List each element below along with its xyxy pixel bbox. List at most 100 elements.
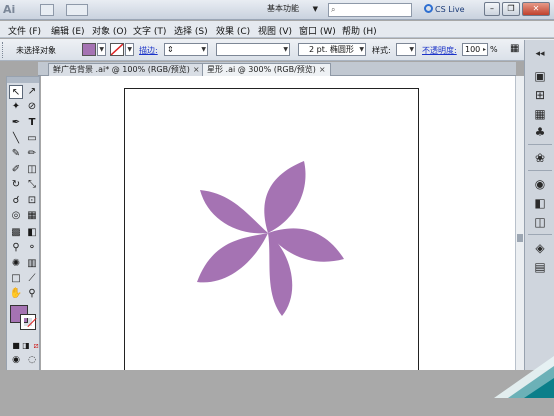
- tools-panel: ↖ ↗ ✦ ⊘ ✒ T ╲ ▭ ✎ ✏ ✐ ◫ ↻ ⤡ ☌ ⊡ ◎ ▦ ▩ ◧ …: [6, 76, 40, 388]
- workspace-label: 基本功能: [267, 4, 299, 13]
- chevron-down-icon: ▼: [283, 46, 288, 53]
- minimize-button[interactable]: –: [484, 2, 500, 16]
- blend-tool-icon[interactable]: ⚬: [25, 241, 39, 255]
- menu-help[interactable]: 帮助 (H): [342, 24, 377, 37]
- menu-file[interactable]: 文件 (F): [8, 24, 41, 37]
- stroke-panel-icon[interactable]: ◉: [532, 176, 548, 192]
- stroke-color-swatch[interactable]: [20, 314, 36, 330]
- tab-document-2[interactable]: 星形 .ai @ 300% (RGB/预览) ×: [202, 63, 331, 76]
- canvas-area[interactable]: [41, 76, 515, 374]
- layers-icon[interactable]: ◈: [532, 240, 548, 256]
- zoom-tool-icon[interactable]: ⚲: [25, 287, 39, 301]
- document-tabs: 鲜广告背景 .ai* @ 100% (RGB/预览) × 星形 .ai @ 300…: [38, 62, 516, 76]
- stroke-weight-stepper-icon[interactable]: ⇕: [167, 45, 174, 54]
- chevron-down-icon: ▼: [409, 46, 414, 53]
- menu-edit[interactable]: 编辑 (E): [51, 24, 85, 37]
- direct-selection-tool-icon[interactable]: ↗: [25, 85, 39, 99]
- menu-effect[interactable]: 效果 (C): [216, 24, 250, 37]
- arrange-documents-icon[interactable]: [66, 4, 88, 16]
- eraser-icon[interactable]: ◫: [25, 163, 39, 177]
- tab-label: 鲜广告背景 .ai* @ 100% (RGB/预览): [53, 65, 190, 74]
- warp-tool-icon[interactable]: ☌: [9, 194, 23, 208]
- menu-object[interactable]: 对象 (O): [92, 24, 127, 37]
- line-tool-icon[interactable]: ╲: [9, 132, 23, 146]
- blob-brush-icon[interactable]: ✐: [9, 163, 23, 177]
- fill-swatch[interactable]: [82, 43, 96, 56]
- menu-view[interactable]: 视图 (V): [258, 24, 292, 37]
- opacity-field[interactable]: 100 ▸: [462, 43, 488, 56]
- close-icon[interactable]: ×: [193, 65, 200, 74]
- selection-tool-icon[interactable]: ↖: [9, 85, 23, 99]
- collapse-panels-icon[interactable]: ◂◂: [532, 46, 548, 62]
- stroke-swatch[interactable]: [110, 43, 124, 56]
- opacity-link[interactable]: 不透明度:: [422, 45, 457, 56]
- artboard[interactable]: [124, 88, 419, 374]
- draw-normal-icon[interactable]: ◉: [9, 353, 23, 367]
- hand-tool-icon[interactable]: ✋: [9, 287, 23, 301]
- menu-window[interactable]: 窗口 (W): [299, 24, 336, 37]
- pencil-icon[interactable]: ✏: [25, 147, 39, 161]
- graphic-style-dropdown[interactable]: ▼: [396, 43, 416, 56]
- brush-definition[interactable]: 2 pt. 椭圆形 ▼: [298, 43, 366, 56]
- swatches-icon[interactable]: ▦: [532, 106, 548, 122]
- close-button[interactable]: ✕: [522, 2, 550, 16]
- brushes-icon[interactable]: ♣: [532, 124, 548, 140]
- free-transform-icon[interactable]: ⊡: [25, 194, 39, 208]
- slice-tool-icon[interactable]: ⟋: [25, 272, 39, 286]
- petal-top: [264, 161, 306, 233]
- dock-separator: [528, 234, 552, 235]
- eyedropper-icon[interactable]: ⚲: [9, 241, 23, 255]
- menu-type[interactable]: 文字 (T): [133, 24, 166, 37]
- color-guide-icon[interactable]: ⊞: [532, 87, 548, 103]
- stroke-dropdown[interactable]: ▼: [125, 43, 134, 56]
- close-icon[interactable]: ×: [319, 65, 326, 74]
- flower-artwork[interactable]: [125, 89, 420, 375]
- tab-document-1[interactable]: 鲜广告背景 .ai* @ 100% (RGB/预览) ×: [48, 63, 205, 76]
- pen-tool-icon[interactable]: ✒: [9, 116, 23, 130]
- graph-tool-icon[interactable]: ▥: [25, 257, 39, 271]
- panel-grip[interactable]: [2, 42, 6, 58]
- rotate-tool-icon[interactable]: ↻: [9, 178, 23, 192]
- artboard-tool-icon[interactable]: □: [9, 272, 23, 286]
- draw-behind-icon[interactable]: ◌: [25, 353, 39, 367]
- document-setup-icon[interactable]: ▦: [510, 43, 519, 54]
- brush-value: 2 pt. 椭圆形: [309, 45, 354, 54]
- rectangle-tool-icon[interactable]: ▭: [25, 132, 39, 146]
- search-input[interactable]: [341, 4, 411, 16]
- symbol-sprayer-icon[interactable]: ✺: [9, 257, 23, 271]
- workspace-switcher[interactable]: 基本功能 ▼: [264, 3, 320, 17]
- scrollbar-thumb[interactable]: [517, 234, 523, 242]
- paintbrush-icon[interactable]: ✎: [9, 147, 23, 161]
- perspective-grid-icon[interactable]: ▦: [25, 209, 39, 223]
- scale-tool-icon[interactable]: ⤡: [25, 178, 39, 192]
- app-logo: Ai: [3, 3, 16, 16]
- transparency-icon[interactable]: ◫: [532, 214, 548, 230]
- stroke-weight-field[interactable]: ⇕ ▼: [164, 43, 208, 56]
- magic-wand-icon[interactable]: ✦: [9, 100, 23, 114]
- color-panel-icon[interactable]: ▣: [532, 68, 548, 84]
- gradient-tool-icon[interactable]: ◧: [25, 226, 39, 240]
- symbols-icon[interactable]: ❀: [532, 150, 548, 166]
- restore-button[interactable]: ❐: [502, 2, 520, 16]
- bridge-icon[interactable]: [40, 4, 54, 16]
- chevron-down-icon: ▼: [127, 46, 132, 53]
- selection-status: 未选择对象: [16, 46, 56, 55]
- mesh-tool-icon[interactable]: ▩: [9, 226, 23, 240]
- type-tool-icon[interactable]: T: [25, 116, 39, 130]
- gradient-panel-icon[interactable]: ◧: [532, 195, 548, 211]
- cs-live-icon: [424, 4, 433, 13]
- stroke-panel-link[interactable]: 描边:: [139, 45, 158, 56]
- variable-width-profile[interactable]: ▼: [216, 43, 290, 56]
- menu-select[interactable]: 选择 (S): [174, 24, 208, 37]
- chevron-down-icon: ▼: [312, 5, 318, 13]
- cs-live-label: CS Live: [435, 5, 465, 14]
- shape-builder-icon[interactable]: ◎: [9, 209, 23, 223]
- vertical-scrollbar[interactable]: [515, 76, 524, 370]
- fill-dropdown[interactable]: ▼: [97, 43, 106, 56]
- help-search[interactable]: ⌕: [328, 3, 412, 17]
- lasso-icon[interactable]: ⊘: [25, 100, 39, 114]
- cs-live-button[interactable]: CS Live: [424, 3, 465, 17]
- artboards-icon[interactable]: ▤: [532, 259, 548, 275]
- dock-separator: [528, 170, 552, 171]
- tools-panel-header[interactable]: [7, 77, 39, 83]
